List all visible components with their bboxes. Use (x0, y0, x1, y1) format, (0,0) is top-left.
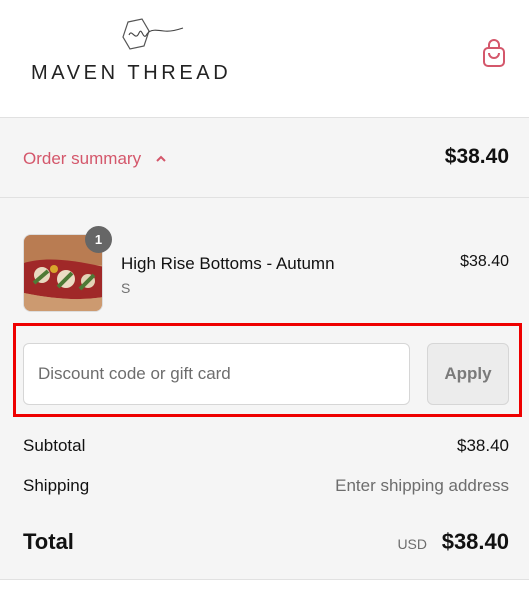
subtotal-row: Subtotal $38.40 (23, 436, 509, 460)
brand-logo[interactable]: MAVEN THREAD (31, 18, 253, 88)
product-thumbnail-wrap: 1 (23, 226, 112, 314)
apply-discount-button[interactable]: Apply (427, 343, 509, 405)
shopping-bag-icon (483, 39, 505, 67)
chevron-up-icon (156, 155, 166, 162)
order-summary-label: Order summary (23, 149, 142, 168)
brand-name: MAVEN THREAD (31, 62, 232, 84)
brand-mark-icon (122, 18, 184, 50)
shipping-value: Enter shipping address (335, 476, 509, 495)
total-value: $38.40 (441, 529, 509, 554)
quantity-badge: 1 (85, 226, 112, 253)
total-row: Total USD $38.40 (23, 529, 509, 559)
product-title: High Rise Bottoms - Autumn (121, 254, 335, 273)
shipping-label: Shipping (23, 476, 90, 495)
product-price: $38.40 (460, 253, 509, 270)
cart-button[interactable] (479, 38, 509, 70)
checkout-header: MAVEN THREAD (0, 0, 529, 117)
subtotal-value: $38.40 (457, 436, 509, 455)
subtotal-label: Subtotal (23, 436, 86, 455)
total-currency: USD (397, 536, 427, 552)
discount-code-input[interactable] (23, 343, 410, 405)
product-variant: S (121, 280, 131, 296)
shipping-row: Shipping Enter shipping address (23, 476, 509, 500)
order-summary-toggle[interactable]: Order summary $38.40 (0, 118, 529, 198)
order-summary-total: $38.40 (444, 145, 509, 168)
line-item: 1 High Rise Bottoms - Autumn S $38.40 (23, 226, 509, 314)
total-label: Total (23, 529, 74, 554)
order-summary-panel: Order summary $38.40 1 High Rise Bottoms… (0, 117, 529, 580)
